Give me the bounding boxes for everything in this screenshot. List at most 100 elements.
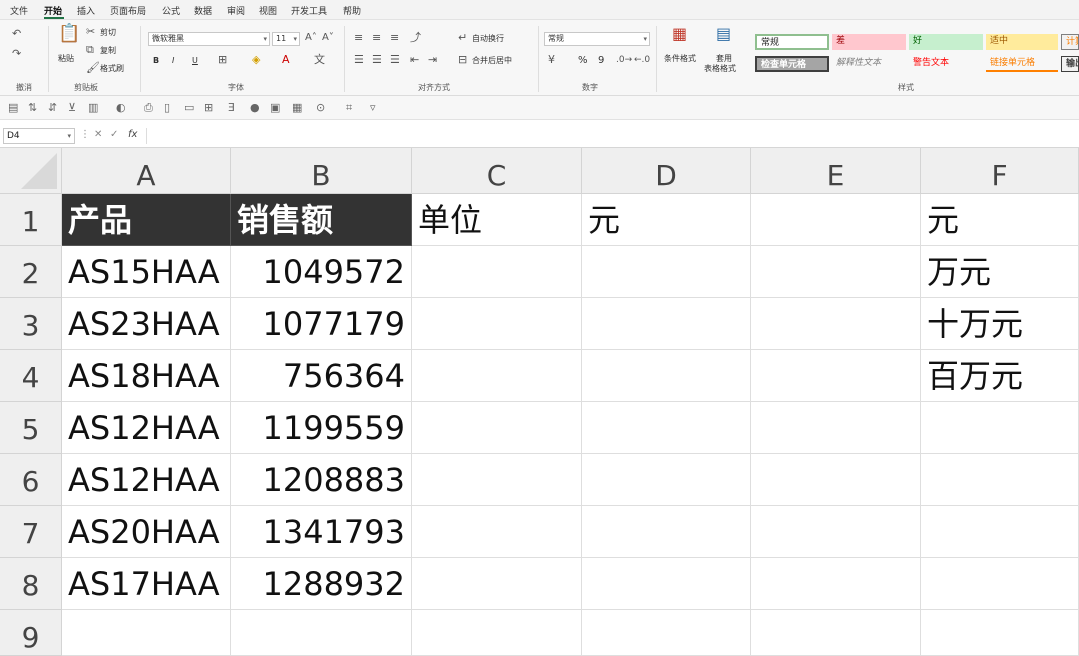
style-bad[interactable]: 差	[832, 34, 906, 50]
style-normal[interactable]: 常规	[755, 34, 829, 50]
cell-f2[interactable]: 万元	[921, 246, 1079, 298]
cell-b3[interactable]: 1077179	[231, 298, 412, 350]
menu-help[interactable]: 帮助	[343, 4, 361, 17]
menu-home[interactable]: 开始	[44, 4, 62, 17]
bold-button[interactable]: B	[153, 56, 159, 66]
cell-a1[interactable]: 产品	[62, 194, 231, 246]
cell-c8[interactable]	[412, 558, 582, 610]
cell-e5[interactable]	[751, 402, 921, 454]
cell-d6[interactable]	[582, 454, 751, 506]
paste-button[interactable]: 粘贴	[58, 54, 74, 64]
cell-c4[interactable]	[412, 350, 582, 402]
cell-b6[interactable]: 1208883	[231, 454, 412, 506]
copy-button[interactable]: 复制	[100, 46, 116, 56]
align-left-icon[interactable]: ☰	[354, 54, 364, 66]
font-name-dropdown[interactable]: 微软雅黑 ▾	[148, 32, 270, 46]
row-header-4[interactable]: 4	[0, 350, 62, 402]
cell-f3[interactable]: 十万元	[921, 298, 1079, 350]
style-output[interactable]: 输出	[1061, 56, 1079, 72]
outdent-icon[interactable]: ⇥	[428, 54, 437, 66]
cell-a2[interactable]: AS15HAA	[62, 246, 231, 298]
grow-font-icon[interactable]: A˄	[305, 32, 317, 44]
cell-a3[interactable]: AS23HAA	[62, 298, 231, 350]
cell-c1[interactable]: 单位	[412, 194, 582, 246]
wrap-text-icon[interactable]: ↵	[458, 32, 467, 44]
column-header-d[interactable]: D	[582, 148, 751, 194]
cell-e4[interactable]	[751, 350, 921, 402]
row-header-2[interactable]: 2	[0, 246, 62, 298]
menu-data[interactable]: 数据	[194, 4, 212, 17]
column-header-e[interactable]: E	[751, 148, 921, 194]
fill-color-icon[interactable]: ◈	[252, 54, 260, 66]
chart-icon[interactable]: ▥	[88, 101, 98, 114]
column-header-a[interactable]: A	[62, 148, 231, 194]
row-header-3[interactable]: 3	[0, 298, 62, 350]
cell-e8[interactable]	[751, 558, 921, 610]
menu-developer[interactable]: 开发工具	[291, 4, 327, 17]
menu-file[interactable]: 文件	[10, 4, 28, 17]
cell-e6[interactable]	[751, 454, 921, 506]
cell-a4[interactable]: AS18HAA	[62, 350, 231, 402]
row-header-6[interactable]: 6	[0, 454, 62, 506]
style-good[interactable]: 好	[909, 34, 983, 50]
paste-icon[interactable]: 📋	[58, 25, 80, 43]
cell-c9[interactable]	[412, 610, 582, 656]
cell-b1[interactable]: 销售额	[231, 194, 412, 246]
zoom-icon[interactable]: ⊙	[316, 101, 325, 114]
underline-button[interactable]: U	[192, 56, 198, 66]
columns-icon[interactable]: ▯	[164, 101, 170, 114]
column-header-c[interactable]: C	[412, 148, 582, 194]
cell-f6[interactable]	[921, 454, 1079, 506]
conditional-format-icon[interactable]: ▦	[672, 26, 687, 42]
column-header-b[interactable]: B	[231, 148, 412, 194]
cell-e3[interactable]	[751, 298, 921, 350]
italic-button[interactable]: I	[172, 56, 174, 66]
cell-a8[interactable]: AS17HAA	[62, 558, 231, 610]
column-header-f[interactable]: F	[921, 148, 1079, 194]
cell-d3[interactable]	[582, 298, 751, 350]
style-neutral[interactable]: 适中	[986, 34, 1058, 50]
row-header-1[interactable]: 1	[0, 194, 62, 246]
number-format-dropdown[interactable]: 常规 ▾	[544, 32, 650, 46]
menu-insert[interactable]: 插入	[77, 4, 95, 17]
cell-f5[interactable]	[921, 402, 1079, 454]
insert-function-icon[interactable]: fx	[128, 129, 137, 140]
cell-e9[interactable]	[751, 610, 921, 656]
select-all-corner[interactable]	[0, 148, 62, 194]
cell-f7[interactable]	[921, 506, 1079, 558]
merge-center-button[interactable]: 合并后居中	[472, 56, 512, 66]
print-icon[interactable]: ⎙	[144, 101, 153, 115]
format-painter-button[interactable]: 格式刷	[100, 64, 124, 74]
cell-b8[interactable]: 1288932	[231, 558, 412, 610]
filter-icon[interactable]: ⊻	[68, 101, 76, 114]
cell-f4[interactable]: 百万元	[921, 350, 1079, 402]
redo-icon[interactable]: ↷	[12, 48, 21, 60]
format-table-line1[interactable]: 套用	[716, 54, 732, 64]
cell-e7[interactable]	[751, 506, 921, 558]
cell-d7[interactable]	[582, 506, 751, 558]
indent-icon[interactable]: ⇤	[410, 54, 419, 66]
cell-e2[interactable]	[751, 246, 921, 298]
menu-page-layout[interactable]: 页面布局	[110, 4, 146, 17]
sort-asc-icon[interactable]: ⇅	[28, 101, 37, 114]
merge-icon[interactable]: ⊟	[458, 54, 467, 66]
font-size-dropdown[interactable]: 11 ▾	[272, 32, 300, 46]
menu-formulas[interactable]: 公式	[162, 4, 180, 17]
format-table-line2[interactable]: 表格格式	[704, 64, 736, 74]
sort-desc-icon[interactable]: ⇵	[48, 101, 57, 114]
style-calculation[interactable]: 计算	[1061, 34, 1079, 50]
cell-f9[interactable]	[921, 610, 1079, 656]
cell-a5[interactable]: AS12HAA	[62, 402, 231, 454]
cell-c2[interactable]	[412, 246, 582, 298]
cell-a9[interactable]	[62, 610, 231, 656]
cell-b5[interactable]: 1199559	[231, 402, 412, 454]
row-header-9[interactable]: 9	[0, 610, 62, 656]
cell-a6[interactable]: AS12HAA	[62, 454, 231, 506]
cell-c3[interactable]	[412, 298, 582, 350]
undo-icon[interactable]: ↶	[12, 28, 21, 40]
form-icon[interactable]: ▤	[8, 101, 18, 114]
percent-button[interactable]: %	[578, 56, 588, 66]
format-painter-icon[interactable]: 🖌	[86, 62, 100, 74]
cell-b4[interactable]: 756364	[231, 350, 412, 402]
row-header-8[interactable]: 8	[0, 558, 62, 610]
